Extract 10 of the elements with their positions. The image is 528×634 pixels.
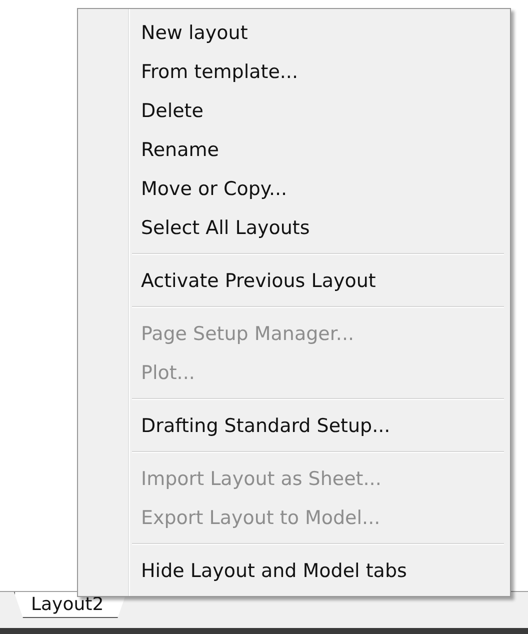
menu-item[interactable]: Move or Copy...	[80, 169, 508, 208]
layout-tab[interactable]: Layout2	[14, 592, 127, 618]
menu-item[interactable]: Activate Previous Layout	[80, 261, 508, 300]
menu-item[interactable]: Delete	[80, 91, 508, 130]
menu-item[interactable]: Hide Layout and Model tabs	[80, 551, 508, 590]
menu-item[interactable]: New layout	[80, 13, 508, 52]
menu-item[interactable]: Rename	[80, 130, 508, 169]
menu-item[interactable]: Drafting Standard Setup...	[80, 406, 508, 445]
menu-item[interactable]: From template...	[80, 52, 508, 91]
menu-item[interactable]: Select All Layouts	[80, 208, 508, 247]
